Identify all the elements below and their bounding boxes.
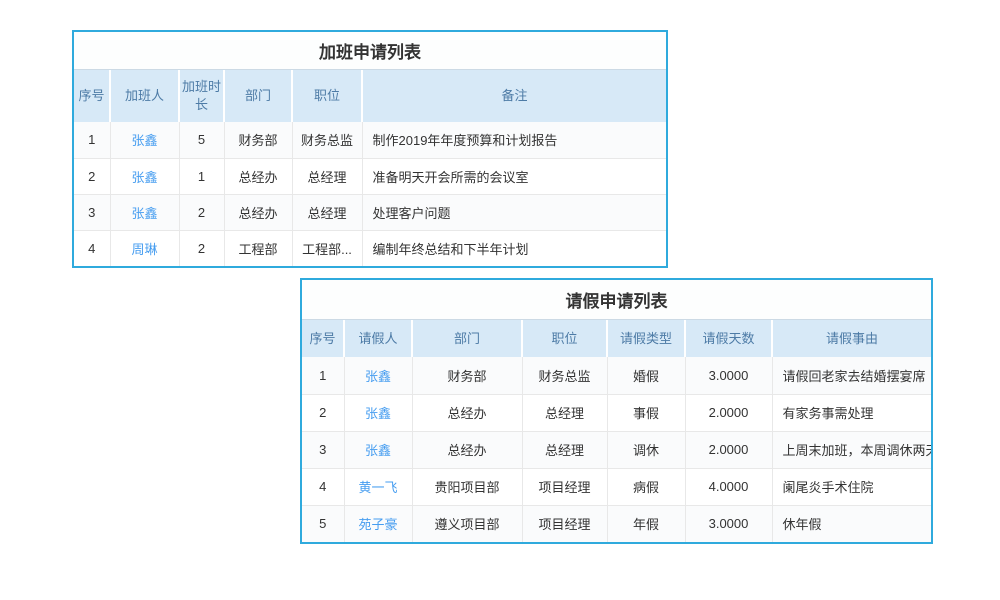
table-row: 3 张鑫 总经办 总经理 调休 2.0000 上周末加班，本周调休两天 [302,431,931,468]
cell-hours: 2 [179,230,224,266]
person-name-link[interactable]: 黄一飞 [358,480,397,495]
cell-days: 3.0000 [685,357,772,394]
cell-type: 调休 [607,431,685,468]
person-name-link[interactable]: 张鑫 [365,443,391,458]
cell-days: 3.0000 [685,505,772,542]
cell-dept: 总经办 [412,394,522,431]
table-row: 1 张鑫 财务部 财务总监 婚假 3.0000 请假回老家去结婚摆宴席 [302,357,931,394]
leave-list-panel: 请假申请列表 序号 请假人 部门 职位 请假类型 请假天数 请假事由 1 张鑫 … [300,278,933,544]
table-row: 2 张鑫 总经办 总经理 事假 2.0000 有家务事需处理 [302,394,931,431]
person-name-link[interactable]: 周琳 [131,242,157,257]
cell-days: 2.0000 [685,394,772,431]
column-header-position: 职位 [522,320,607,357]
overtime-table: 序号 加班人 加班时长 部门 职位 备注 1 张鑫 5 财务部 财务总监 制作2… [74,70,666,266]
cell-position: 工程部... [292,230,362,266]
overtime-list-title: 加班申请列表 [74,32,666,70]
column-header-days: 请假天数 [685,320,772,357]
cell-person: 周琳 [110,230,179,266]
table-row: 4 周琳 2 工程部 工程部... 编制年终总结和下半年计划 [74,230,666,266]
cell-days: 2.0000 [685,431,772,468]
cell-dept: 贵阳项目部 [412,468,522,505]
cell-reason: 休年假 [772,505,931,542]
cell-reason: 上周末加班，本周调休两天 [772,431,931,468]
column-header-reason: 请假事由 [772,320,931,357]
cell-remark: 准备明天开会所需的会议室 [362,158,666,194]
person-name-link[interactable]: 张鑫 [365,406,391,421]
cell-reason: 阑尾炎手术住院 [772,468,931,505]
column-header-remark: 备注 [362,70,666,122]
cell-position: 项目经理 [522,505,607,542]
person-name-link[interactable]: 张鑫 [131,170,157,185]
person-name-link[interactable]: 张鑫 [131,206,157,221]
table-row: 4 黄一飞 贵阳项目部 项目经理 病假 4.0000 阑尾炎手术住院 [302,468,931,505]
cell-position: 总经理 [522,431,607,468]
cell-position: 项目经理 [522,468,607,505]
overtime-header-row: 序号 加班人 加班时长 部门 职位 备注 [74,70,666,122]
column-header-dept: 部门 [412,320,522,357]
cell-remark: 编制年终总结和下半年计划 [362,230,666,266]
cell-type: 事假 [607,394,685,431]
cell-position: 总经理 [292,158,362,194]
column-header-dept: 部门 [224,70,292,122]
leave-list-title: 请假申请列表 [302,280,931,320]
column-header-type: 请假类型 [607,320,685,357]
cell-dept: 总经办 [412,431,522,468]
table-row: 5 苑子豪 遵义项目部 项目经理 年假 3.0000 休年假 [302,505,931,542]
cell-dept: 总经办 [224,194,292,230]
column-header-person: 加班人 [110,70,179,122]
cell-reason: 请假回老家去结婚摆宴席 [772,357,931,394]
cell-seq: 2 [302,394,344,431]
cell-type: 婚假 [607,357,685,394]
cell-hours: 2 [179,194,224,230]
cell-person: 张鑫 [110,194,179,230]
cell-dept: 财务部 [224,122,292,158]
column-header-seq: 序号 [302,320,344,357]
cell-seq: 3 [302,431,344,468]
cell-remark: 处理客户问题 [362,194,666,230]
cell-seq: 4 [74,230,110,266]
table-row: 1 张鑫 5 财务部 财务总监 制作2019年年度预算和计划报告 [74,122,666,158]
cell-type: 病假 [607,468,685,505]
leave-table: 序号 请假人 部门 职位 请假类型 请假天数 请假事由 1 张鑫 财务部 财务总… [302,320,931,542]
cell-remark: 制作2019年年度预算和计划报告 [362,122,666,158]
cell-seq: 5 [302,505,344,542]
cell-position: 财务总监 [292,122,362,158]
cell-seq: 2 [74,158,110,194]
person-name-link[interactable]: 苑子豪 [358,517,397,532]
person-name-link[interactable]: 张鑫 [131,133,157,148]
cell-position: 总经理 [522,394,607,431]
cell-person: 张鑫 [344,394,412,431]
cell-dept: 总经办 [224,158,292,194]
cell-hours: 5 [179,122,224,158]
cell-days: 4.0000 [685,468,772,505]
cell-seq: 1 [74,122,110,158]
column-header-position: 职位 [292,70,362,122]
cell-person: 苑子豪 [344,505,412,542]
cell-hours: 1 [179,158,224,194]
cell-dept: 工程部 [224,230,292,266]
cell-reason: 有家务事需处理 [772,394,931,431]
cell-position: 总经理 [292,194,362,230]
cell-type: 年假 [607,505,685,542]
cell-person: 张鑫 [110,122,179,158]
cell-seq: 1 [302,357,344,394]
cell-person: 张鑫 [344,357,412,394]
cell-person: 张鑫 [344,431,412,468]
column-header-hours: 加班时长 [179,70,224,122]
person-name-link[interactable]: 张鑫 [365,369,391,384]
cell-person: 黄一飞 [344,468,412,505]
table-row: 2 张鑫 1 总经办 总经理 准备明天开会所需的会议室 [74,158,666,194]
column-header-person: 请假人 [344,320,412,357]
cell-seq: 4 [302,468,344,505]
cell-seq: 3 [74,194,110,230]
cell-position: 财务总监 [522,357,607,394]
cell-dept: 财务部 [412,357,522,394]
cell-dept: 遵义项目部 [412,505,522,542]
column-header-seq: 序号 [74,70,110,122]
cell-person: 张鑫 [110,158,179,194]
overtime-list-panel: 加班申请列表 序号 加班人 加班时长 部门 职位 备注 1 张鑫 5 财务部 财… [72,30,668,268]
leave-header-row: 序号 请假人 部门 职位 请假类型 请假天数 请假事由 [302,320,931,357]
table-row: 3 张鑫 2 总经办 总经理 处理客户问题 [74,194,666,230]
